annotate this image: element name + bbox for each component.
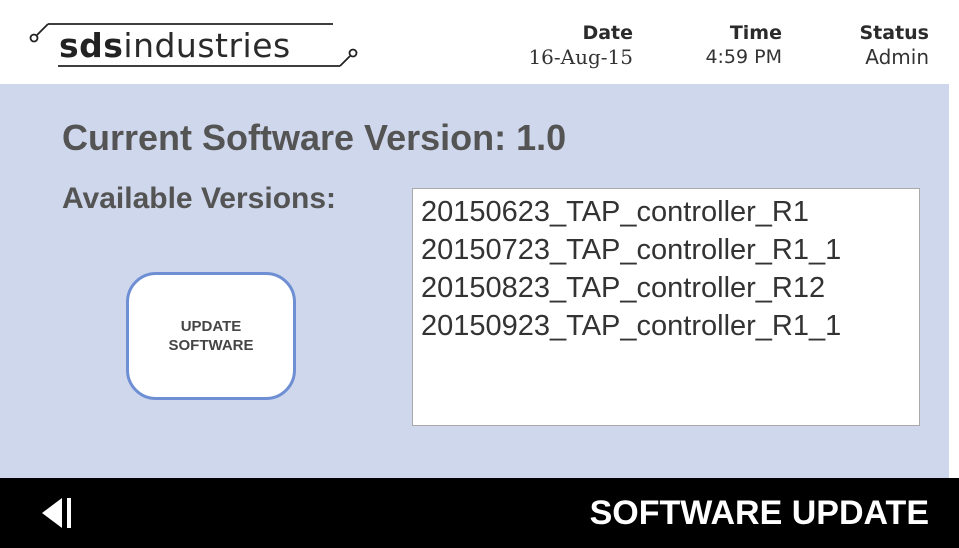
back-arrow-icon: [42, 498, 71, 528]
version-list-item[interactable]: 20150723_TAP_controller_R1_1: [421, 231, 919, 269]
right-edge-strip: [949, 84, 959, 478]
logo-light-part: industries: [123, 26, 291, 65]
time-value: 4:59 PM: [705, 46, 782, 68]
current-version-heading: Current Software Version: 1.0: [62, 117, 567, 158]
version-list-item[interactable]: 20150823_TAP_controller_R12: [421, 269, 919, 307]
date-value: 16-Aug-15: [528, 45, 633, 69]
footer-bar: SOFTWARE UPDATE: [0, 478, 959, 548]
sds-industries-logo: sdsindustries: [28, 14, 388, 74]
update-software-button[interactable]: UPDATE SOFTWARE: [126, 272, 296, 400]
available-versions-list[interactable]: 20150623_TAP_controller_R1 20150723_TAP_…: [412, 188, 920, 426]
status-label: Status: [859, 22, 929, 44]
date-display: Date 16-Aug-15: [528, 22, 633, 70]
page-title: SOFTWARE UPDATE: [589, 494, 929, 532]
main-panel: Current Software Version: 1.0 Available …: [0, 84, 949, 478]
logo-wordmark: sdsindustries: [59, 26, 291, 66]
update-button-label-line2: SOFTWARE: [168, 337, 254, 354]
time-label: Time: [729, 22, 782, 44]
update-button-label-line1: UPDATE: [180, 318, 242, 335]
status-value: Admin: [865, 45, 929, 69]
version-list-item[interactable]: 20150623_TAP_controller_R1: [421, 193, 919, 231]
logo-bold-part: sds: [59, 26, 124, 65]
version-list-item[interactable]: 20150923_TAP_controller_R1_1: [421, 307, 919, 345]
date-label: Date: [582, 22, 633, 44]
time-display: Time 4:59 PM: [705, 22, 782, 70]
back-button[interactable]: [40, 495, 90, 531]
available-versions-label: Available Versions:: [62, 182, 337, 215]
status-display: Status Admin: [859, 22, 929, 70]
software-update-screen: sdsindustries Date 16-Aug-15 Time 4:59 P…: [0, 0, 959, 548]
header-bar: sdsindustries Date 16-Aug-15 Time 4:59 P…: [0, 0, 959, 84]
